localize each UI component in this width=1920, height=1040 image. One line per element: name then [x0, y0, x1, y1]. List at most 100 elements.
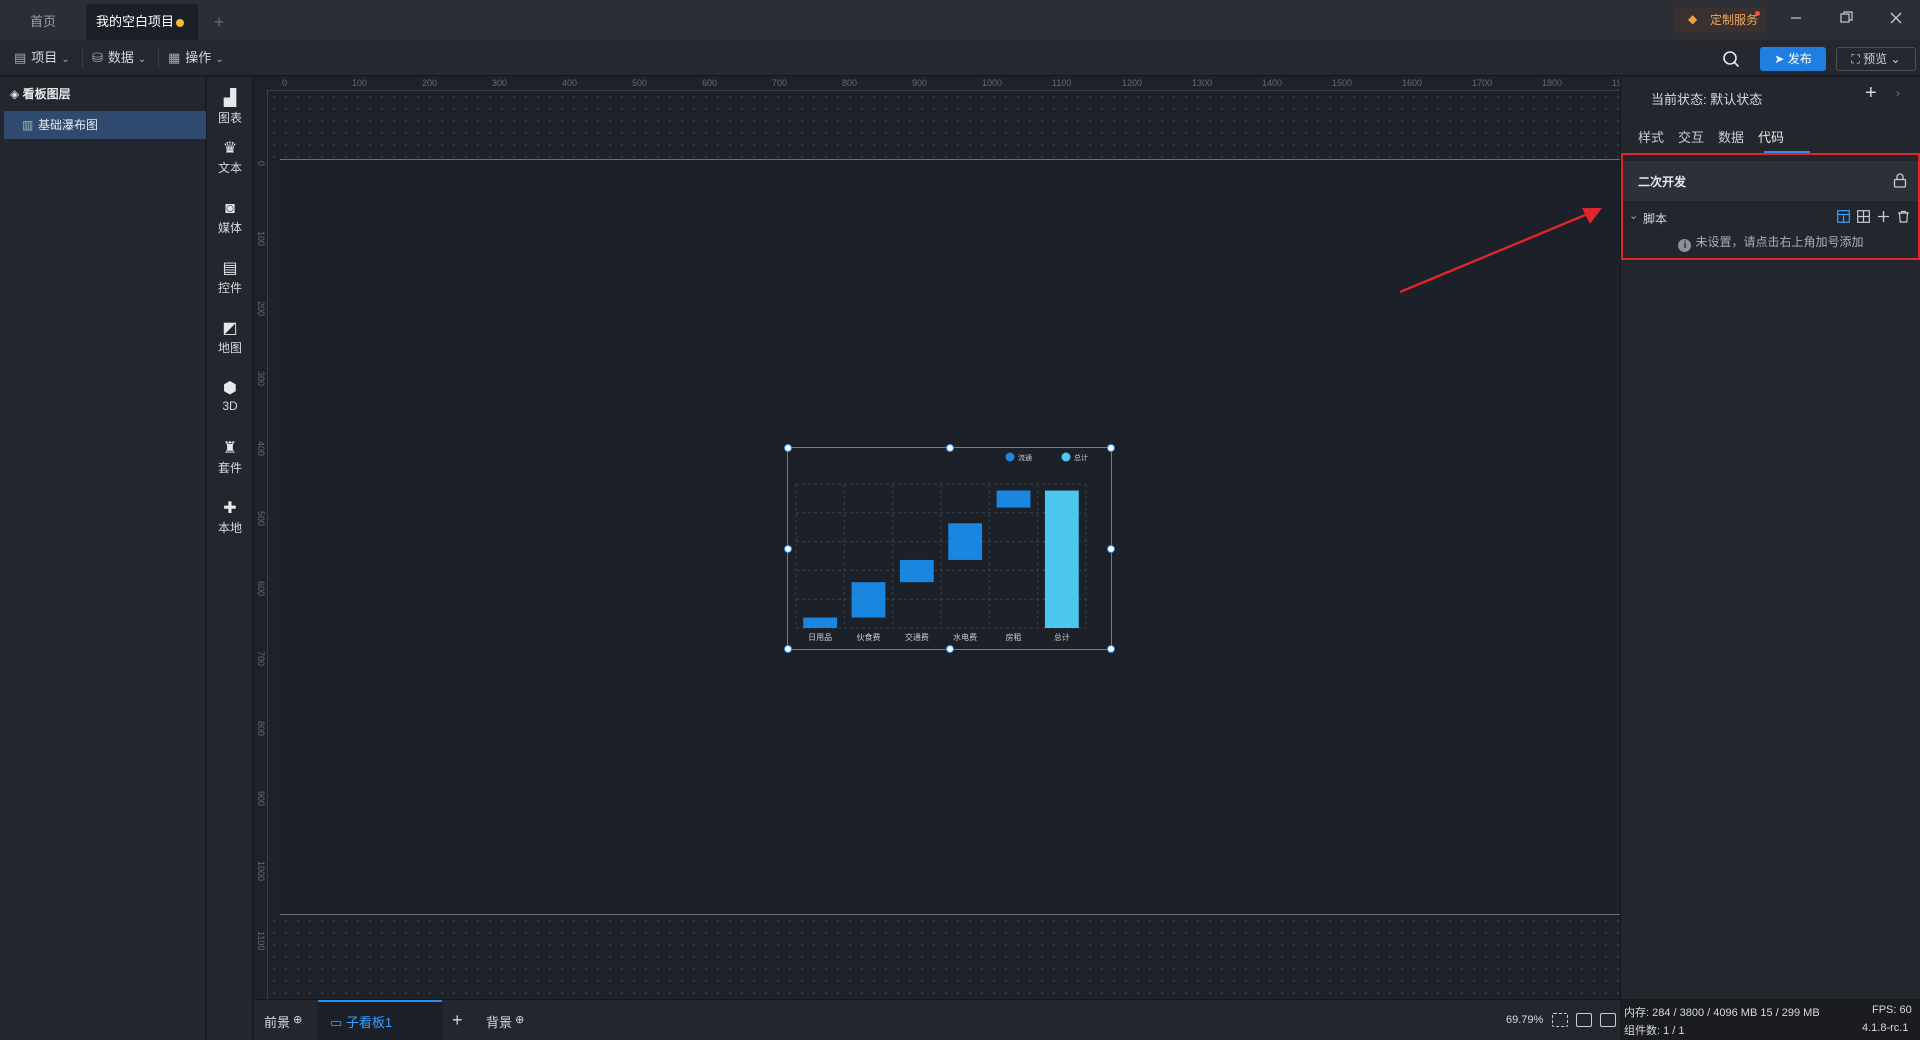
resize-handle[interactable] — [1107, 645, 1115, 653]
diamond-icon: ◆ — [1688, 12, 1698, 26]
waterfall-chart-component[interactable]: 日用品 伙食费 交通费 水电费 房租 总计 流通 总计 — [784, 444, 1115, 653]
tool-text[interactable]: ♛ 文本 — [207, 137, 253, 187]
ruler-tick-label: 500 — [632, 78, 648, 88]
tool-media[interactable]: ◙ 媒体 — [207, 197, 253, 247]
ruler-tick-label: 200 — [422, 78, 438, 88]
chevron-right-icon[interactable]: › — [1896, 86, 1900, 100]
puzzle-icon: ✚ — [223, 500, 237, 517]
resize-handle[interactable] — [946, 645, 954, 653]
ruler-tick-label: 400 — [562, 78, 578, 88]
kit-icon: ♜ — [222, 440, 238, 457]
ruler-tick-label: 1600 — [1402, 78, 1423, 88]
add-circle-icon[interactable]: ⊕ — [290, 1014, 302, 1026]
tab-home[interactable]: 首页 — [0, 4, 86, 40]
chevron-down-icon: ⌄ — [61, 54, 70, 65]
restore-button[interactable] — [1822, 0, 1870, 40]
canvas-grid-bottom — [268, 915, 1620, 999]
ruler-tick-label: 100 — [352, 78, 368, 88]
terminal-icon[interactable] — [1600, 1013, 1616, 1027]
tab-code[interactable]: 代码 — [1758, 127, 1784, 146]
restore-icon — [1839, 11, 1853, 23]
add-circle-icon[interactable]: ⊕ — [512, 1014, 524, 1026]
tool-3d[interactable]: ⬢ 3D — [207, 377, 253, 427]
add-sub-board-button[interactable]: + — [452, 1000, 463, 1040]
tool-local[interactable]: ✚ 本地 — [207, 497, 253, 547]
menu-project[interactable]: ▤ 项目 ⌄ — [14, 40, 70, 76]
ruler-tick-label: 0 — [282, 78, 288, 88]
chevron-down-icon: ⌄ — [137, 54, 147, 65]
menu-divider — [82, 48, 83, 68]
tab-background[interactable]: 背景 ⊕ — [486, 1000, 524, 1040]
tool-control-label: 控件 — [217, 281, 242, 295]
tool-chart[interactable]: ▟ 图表 — [207, 87, 253, 137]
resize-handle[interactable] — [1107, 444, 1115, 452]
ruler-tick-label: 0 — [256, 161, 266, 167]
tool-kit-label: 套件 — [217, 461, 242, 475]
chevron-down-icon: ⌄ — [1887, 52, 1901, 66]
x-tick-label: 总计 — [1054, 632, 1070, 642]
minimize-icon — [1791, 17, 1801, 19]
layer-panel-title: ◈ 看板图层 — [10, 85, 71, 102]
ruler-vertical[interactable]: 0100200300400500600700800900100011001200 — [254, 91, 268, 1021]
menu-operate[interactable]: ▦ 操作 ⌄ — [168, 40, 224, 76]
layers-icon: ◈ — [10, 87, 23, 101]
close-button[interactable] — [1872, 0, 1920, 40]
ruler-tick-label: 600 — [256, 581, 266, 597]
ruler-tick-label: 200 — [256, 301, 266, 317]
tool-3d-label: 3D — [222, 399, 238, 413]
layer-item-waterfall[interactable]: ▥ 基础瀑布图 — [4, 111, 206, 139]
ruler-tick-label: 1800 — [1542, 78, 1563, 88]
preview-button[interactable]: ⛶ 预览 ⌄ — [1836, 47, 1916, 71]
control-icon: ▤ — [222, 260, 238, 277]
memory-status: 内存: 284 / 3800 / 4096 MB 15 / 299 MB — [1624, 1007, 1820, 1019]
ruler-tick-label: 700 — [772, 78, 788, 88]
keyboard-icon[interactable] — [1576, 1013, 1592, 1027]
tab-project[interactable]: 我的空白项目 — [86, 4, 198, 40]
ruler-tick-label: 800 — [256, 721, 266, 737]
x-tick-label: 日用品 — [808, 633, 832, 642]
custom-service-button[interactable]: ◆ 定制服务 — [1674, 7, 1766, 33]
resize-handle[interactable] — [784, 444, 792, 452]
ruler-horizontal[interactable]: 0 100 200 300 400 500 600 700 800 900 1000 1100 1200… — [266, 77, 1632, 91]
tool-local-label: 本地 — [217, 521, 242, 535]
current-state[interactable]: 当前状态: 默认状态 — [1651, 89, 1762, 108]
legend-marker — [1005, 452, 1015, 462]
menu-data[interactable]: ⛁ 数据 ⌄ — [92, 40, 146, 76]
resize-handle[interactable] — [946, 444, 954, 452]
tab-style[interactable]: 样式 — [1638, 127, 1664, 146]
tab-sub-board-label: 子看板1 — [345, 1015, 393, 1030]
tool-control[interactable]: ▤ 控件 — [207, 257, 253, 307]
fps-status: FPS: 60 — [1872, 1004, 1912, 1016]
tab-foreground[interactable]: 前景 ⊕ — [264, 1000, 302, 1040]
resize-handle[interactable] — [784, 545, 792, 553]
tab-background-label: 背景 — [486, 1015, 513, 1030]
resize-handle[interactable] — [1107, 545, 1115, 553]
tab-sub-board[interactable]: ▭ 子看板1 — [318, 1000, 442, 1040]
minimize-button[interactable] — [1772, 0, 1820, 40]
fullscreen-icon: ⛶ — [1851, 52, 1864, 66]
tab-data[interactable]: 数据 — [1718, 127, 1744, 146]
search-icon[interactable] — [1722, 50, 1740, 68]
ruler-tick-label: 500 — [256, 511, 266, 527]
tool-map-label: 地图 — [217, 341, 242, 355]
x-tick-label: 伙食费 — [857, 632, 881, 642]
chart-bar — [1044, 490, 1079, 628]
add-state-icon[interactable]: + — [1865, 82, 1877, 105]
fit-screen-icon[interactable] — [1552, 1013, 1568, 1027]
chart-bar — [948, 523, 983, 560]
tool-map[interactable]: ◩ 地图 — [207, 317, 253, 367]
menu-operate-label: 操作 — [185, 50, 212, 65]
menu-divider — [158, 48, 159, 68]
media-icon: ◙ — [225, 200, 235, 217]
tab-interaction[interactable]: 交互 — [1678, 127, 1704, 146]
ruler-tick-label: 900 — [256, 791, 266, 807]
tool-kit[interactable]: ♜ 套件 — [207, 437, 253, 487]
layer-panel: ◈ 看板图层 ▥ 基础瀑布图 — [0, 77, 206, 1040]
add-tab-button[interactable]: + — [204, 4, 234, 40]
x-tick-label: 水电费 — [953, 632, 977, 642]
publish-button[interactable]: ➤ 发布 — [1760, 47, 1826, 71]
zoom-level[interactable]: 69.79% — [1506, 1000, 1543, 1040]
resize-handle[interactable] — [784, 645, 792, 653]
ruler-tick-label: 800 — [842, 78, 858, 88]
tab-foreground-label: 前景 — [264, 1015, 291, 1030]
